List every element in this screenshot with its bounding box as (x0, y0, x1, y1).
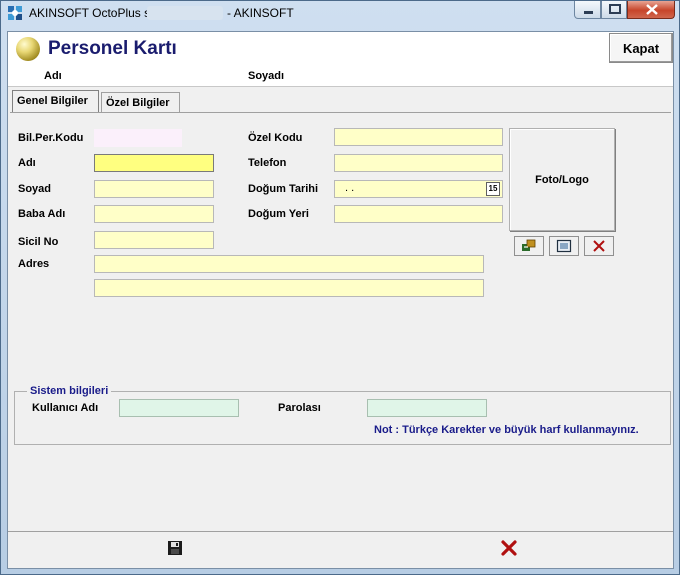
sistem-bilgileri-group: Sistem bilgileri Kullanıcı Adı Parolası … (14, 385, 671, 445)
view-photo-button[interactable] (549, 236, 579, 256)
kullanici-adi-field[interactable] (119, 399, 239, 417)
ozel-kodu-label: Özel Kodu (248, 132, 303, 144)
dogum-tarihi-field[interactable]: . . 15 (334, 180, 503, 198)
window-close-button[interactable] (627, 1, 675, 19)
sicil-no-field[interactable] (94, 231, 214, 249)
telefon-label: Telefon (248, 157, 287, 169)
name-summary-bar: Adı Soyadı (8, 66, 673, 87)
page-title: Personel Kartı (48, 38, 177, 59)
telefon-field[interactable] (334, 154, 503, 172)
view-photo-icon (550, 239, 578, 253)
redacted-title-part (147, 6, 223, 20)
summary-name-label: Adı (44, 70, 62, 82)
tab-ozel-bilgiler[interactable]: Özel Bilgiler (101, 92, 180, 112)
window-title: AKINSOFT OctoPlus s (29, 6, 151, 20)
close-form-button[interactable]: Kapat (609, 33, 673, 63)
parolasi-label: Parolası (278, 402, 321, 414)
cancel-icon (500, 540, 518, 560)
personel-orb-icon (16, 37, 40, 61)
adi-field[interactable] (94, 154, 214, 172)
form-client-area: Personel Kartı Kapat Adı Soyadı Genel Bi… (7, 31, 674, 569)
sistem-bilgileri-title: Sistem bilgileri (27, 385, 112, 397)
baba-adi-field[interactable] (94, 205, 214, 223)
footer-separator (8, 531, 673, 532)
dogum-tarihi-label: Doğum Tarihi (248, 183, 319, 195)
soyad-field[interactable] (94, 180, 214, 198)
calendar-icon[interactable]: 15 (486, 182, 500, 196)
minimize-button[interactable] (574, 1, 601, 19)
delete-photo-button[interactable] (584, 236, 614, 256)
bil-per-kodu-label: Bil.Per.Kodu (18, 132, 84, 144)
app-window: AKINSOFT OctoPlus s - AKINSOFT Personel … (0, 0, 680, 575)
app-logo-icon (7, 5, 23, 21)
dogum-tarihi-value: . . (345, 182, 355, 194)
ozel-kodu-field[interactable] (334, 128, 503, 146)
load-photo-button[interactable] (514, 236, 544, 256)
bil-per-kodu-field[interactable] (94, 129, 182, 147)
adi-label: Adı (18, 157, 36, 169)
soyad-label: Soyad (18, 183, 52, 195)
summary-surname-label: Soyadı (248, 70, 285, 82)
baba-adi-label: Baba Adı (18, 208, 66, 220)
delete-photo-icon (585, 239, 613, 253)
cancel-button[interactable] (500, 539, 518, 557)
title-bar[interactable]: AKINSOFT OctoPlus s - AKINSOFT (1, 1, 679, 25)
maximize-button[interactable] (601, 1, 627, 19)
save-button[interactable] (166, 539, 184, 557)
dogum-yeri-field[interactable] (334, 205, 503, 223)
load-photo-icon (515, 239, 543, 253)
window-title-suffix: - AKINSOFT (227, 6, 294, 20)
photo-logo-button[interactable]: Foto/Logo (509, 128, 615, 231)
parolasi-field[interactable] (367, 399, 487, 417)
dogum-yeri-label: Doğum Yeri (248, 208, 309, 220)
adres-line1-field[interactable] (94, 255, 484, 273)
adres-label: Adres (18, 258, 50, 270)
save-icon (166, 541, 184, 560)
sicil-no-label: Sicil No (18, 236, 59, 248)
kullanici-adi-label: Kullanıcı Adı (32, 402, 99, 414)
form-header: Personel Kartı Kapat (8, 32, 673, 67)
tab-genel-bilgiler[interactable]: Genel Bilgiler (12, 90, 99, 112)
note-text: Not : Türkçe Karekter ve büyük harf kull… (374, 424, 639, 436)
adres-line2-field[interactable] (94, 279, 484, 297)
